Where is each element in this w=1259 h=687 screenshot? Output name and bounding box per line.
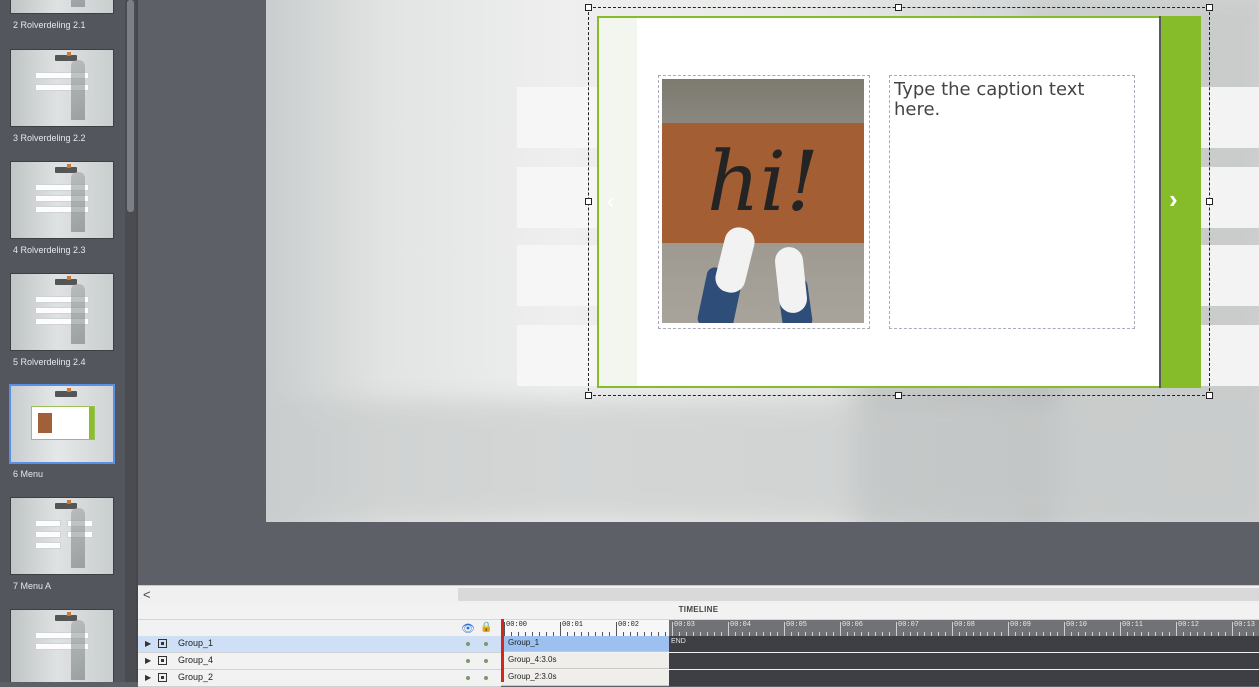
ruler-tick [784, 622, 785, 636]
lock-dot[interactable] [484, 676, 488, 680]
ruler-tick-label: 00:03 [674, 621, 696, 629]
layer-name[interactable]: Group_4 [178, 655, 213, 665]
timeline-row-group-2[interactable]: ▶ Group_2 Group_2:3.0s [138, 670, 1259, 687]
ruler-tick [504, 622, 505, 636]
resize-handle-bl[interactable] [585, 392, 592, 399]
scroll-left-icon[interactable]: < [143, 586, 151, 603]
resize-handle-b[interactable] [895, 392, 902, 399]
ruler-tick-label: 00:12 [1178, 621, 1200, 629]
visibility-dot[interactable] [466, 642, 470, 646]
scroll-thumb[interactable] [458, 588, 1259, 601]
timeline-panel: TIMELINE 👁 🔒 00:00 00:01 00:02 00:03 00:04 00… [138, 603, 1259, 687]
slide-label: 2 Rolverdeling 2.1 [13, 20, 86, 30]
ruler-tick [1232, 622, 1233, 636]
visibility-dot[interactable] [466, 659, 470, 663]
ruler-tick-label: 00:02 [618, 621, 640, 629]
expand-triangle-icon[interactable]: ▶ [145, 639, 151, 648]
ruler-tick [1176, 622, 1177, 636]
expand-triangle-icon[interactable]: ▶ [145, 656, 151, 665]
timeline-title: TIMELINE [678, 605, 719, 614]
timeline-row-group-1[interactable]: ▶ Group_1 Group_1 END [138, 636, 1259, 653]
lock-icon[interactable]: 🔒 [480, 622, 492, 633]
layer-name[interactable]: Group_2 [178, 672, 213, 682]
ruler-tick-label: 00:00 [506, 621, 528, 629]
expand-triangle-icon[interactable]: ▶ [145, 673, 151, 682]
timeline-bar[interactable]: Group_1 [501, 636, 669, 652]
ruler-tick-label: 00:01 [562, 621, 584, 629]
bar-label: Group_2:3.0s [508, 672, 557, 681]
filmstrip-scroll-thumb[interactable] [127, 0, 134, 212]
slide-label: 3 Rolverdeling 2.2 [13, 133, 86, 143]
slide-preview[interactable] [10, 273, 114, 351]
filmstrip-scrollbar[interactable] [125, 0, 136, 682]
slide-preview[interactable] [10, 497, 114, 575]
visibility-dot[interactable] [466, 676, 470, 680]
timeline-ruler[interactable]: 00:00 00:01 00:02 00:03 00:04 00:05 00:06 00:07… [501, 619, 1259, 637]
resize-handle-tl[interactable] [585, 4, 592, 11]
ruler-tick-label: 00:13 [1234, 621, 1256, 629]
slide-preview[interactable] [10, 49, 114, 127]
slide-preview[interactable] [10, 609, 114, 682]
resize-handle-tr[interactable] [1206, 4, 1213, 11]
resize-handle-l[interactable] [585, 198, 592, 205]
slide-label: 7 Menu A [13, 581, 52, 591]
timeline-layer-header: 👁 🔒 [138, 619, 501, 637]
ruler-tick [672, 622, 673, 636]
lock-dot[interactable] [484, 659, 488, 663]
canvas-horizontal-scrollbar[interactable]: < [138, 585, 1259, 603]
group-icon [158, 656, 167, 665]
ruler-tick [896, 622, 897, 636]
end-marker: END [671, 638, 686, 645]
timeline-track[interactable]: Group_1 END [501, 636, 1259, 652]
ruler-tick [560, 622, 561, 636]
ruler-tick [728, 622, 729, 636]
ruler-tick-label: 00:09 [1010, 621, 1032, 629]
slide-preview-selected[interactable] [9, 384, 115, 464]
ruler-tick [952, 622, 953, 636]
resize-handle-t[interactable] [895, 4, 902, 11]
timeline-bar[interactable]: Group_4:3.0s [501, 653, 669, 669]
layer-name[interactable]: Group_1 [178, 638, 213, 648]
lock-dot[interactable] [484, 642, 488, 646]
slide-preview[interactable] [10, 0, 114, 14]
slide-label: 6 Menu [13, 469, 44, 479]
group-icon [158, 639, 167, 648]
ruler-tick [616, 622, 617, 636]
group-icon [158, 673, 167, 682]
ruler-tick-label: 00:11 [1122, 621, 1144, 629]
timeline-bar[interactable]: Group_2:3.0s [501, 670, 669, 686]
timeline-track[interactable]: Group_2:3.0s [501, 670, 1259, 686]
ruler-tick-label: 00:08 [954, 621, 976, 629]
eye-icon[interactable]: 👁 [461, 622, 475, 635]
ruler-tick-label: 00:05 [786, 621, 808, 629]
resize-handle-br[interactable] [1206, 392, 1213, 399]
slide-label: 5 Rolverdeling 2.4 [13, 357, 86, 367]
ruler-tick-label: 00:04 [730, 621, 752, 629]
ruler-tick-label: 00:10 [1066, 621, 1088, 629]
bar-label: Group_1 [508, 638, 540, 647]
timeline-track[interactable]: Group_4:3.0s [501, 653, 1259, 669]
slide-label: 4 Rolverdeling 2.3 [13, 245, 86, 255]
bar-label: Group_4:3.0s [508, 655, 557, 664]
selection-frame[interactable] [588, 7, 1210, 396]
ruler-tick [1064, 622, 1065, 636]
timeline-row-group-4[interactable]: ▶ Group_4 Group_4:3.0s [138, 653, 1259, 670]
ruler-tick [840, 622, 841, 636]
ruler-tick-label: 00:07 [898, 621, 920, 629]
timeline-playhead[interactable] [501, 619, 504, 682]
ruler-tick [1120, 622, 1121, 636]
resize-handle-r[interactable] [1206, 198, 1213, 205]
filmstrip-panel: 2 Rolverdeling 2.1 3 Rolverdeling 2.2 4 … [0, 0, 138, 682]
slide-preview[interactable] [10, 161, 114, 239]
ruler-tick-label: 00:06 [842, 621, 864, 629]
ruler-tick [1008, 622, 1009, 636]
